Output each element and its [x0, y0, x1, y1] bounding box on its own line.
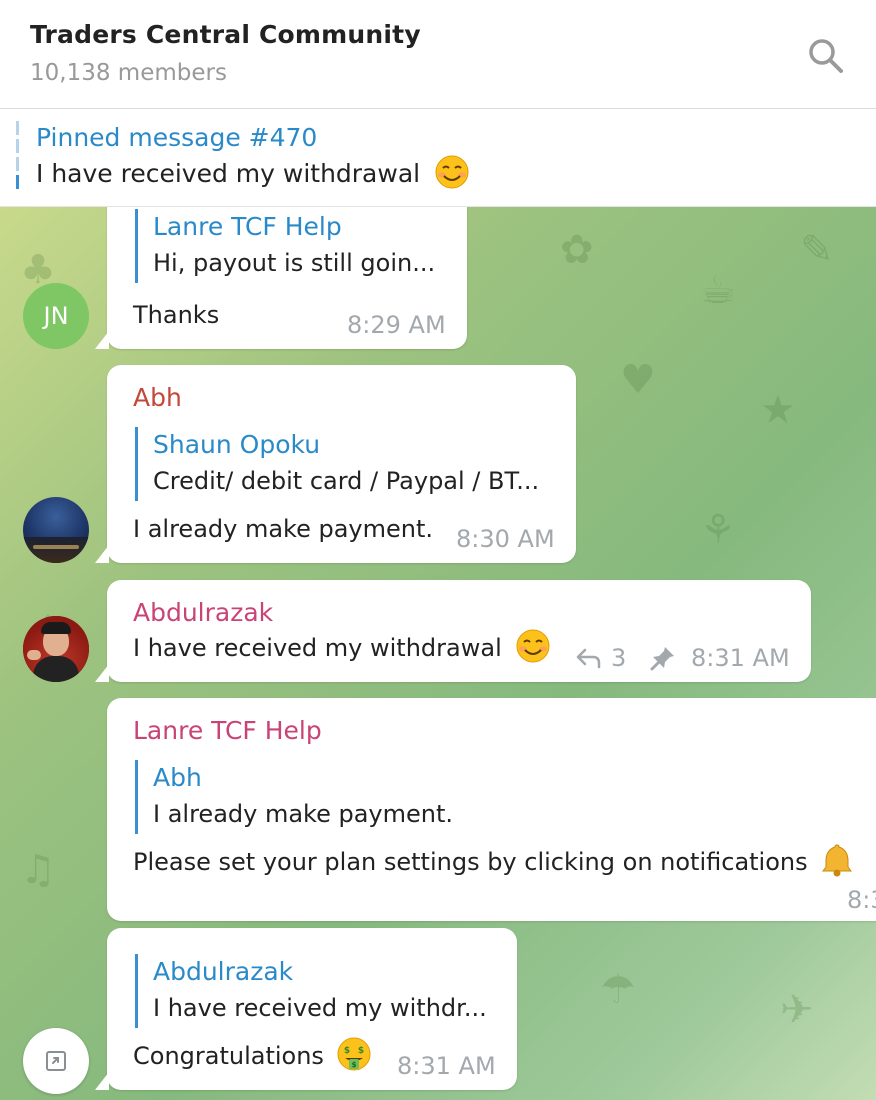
reply-text: Hi, payout is still goin...: [153, 249, 436, 277]
pinned-message-bar[interactable]: Pinned message #470 I have received my w…: [0, 109, 876, 207]
message-bubble[interactable]: Abdulrazak I have received my withdr... …: [95, 928, 517, 1090]
avatar[interactable]: JN: [23, 283, 89, 349]
message-bubble[interactable]: Abdulrazak I have received my withdrawal…: [95, 580, 811, 682]
bell-emoji-icon: [822, 844, 853, 877]
doodle-icon: ☕: [700, 267, 736, 313]
member-count: 10,138 members: [30, 60, 227, 86]
message-bubble[interactable]: Lanre TCF Help Abh I already make paymen…: [107, 698, 876, 921]
message-text: I have received my withdrawal: [133, 629, 551, 664]
doodle-icon: ☂: [600, 967, 636, 1013]
doodle-icon: ✈: [780, 987, 814, 1033]
message-text: Thanks: [133, 301, 220, 329]
message-text: Please set your plan settings by clickin…: [133, 844, 855, 878]
doodle-icon: ♥: [620, 357, 656, 403]
doodle-icon: ⚘: [700, 507, 736, 553]
message-text: I already make payment.: [133, 515, 434, 543]
avatar[interactable]: [23, 616, 89, 682]
reply-text: I have received my withdr...: [153, 994, 487, 1022]
svg-text:$: $: [351, 1061, 356, 1069]
message-text: Congratulations $ $ $: [133, 1037, 372, 1072]
reply-quote[interactable]: Lanre TCF Help Hi, payout is still goin.…: [135, 209, 435, 283]
reply-text: Credit/ debit card / Paypal / BT...: [153, 467, 540, 495]
doodle-icon: ♫: [20, 847, 56, 893]
pin-icon: [650, 647, 674, 671]
message-time: 8:3: [847, 886, 876, 914]
chat-title[interactable]: Traders Central Community: [30, 20, 421, 49]
message-bubble[interactable]: Abh Shaun Opoku Credit/ debit card / Pay…: [95, 365, 576, 563]
money-mouth-emoji-icon: $ $ $: [337, 1037, 371, 1071]
reply-sender: Abh: [153, 763, 202, 792]
reply-text: I already make payment.: [153, 800, 454, 828]
chat-area[interactable]: ✿ ☕ ✎ ♥ ★ ♣ ♦ ⚘ ☂ ✈ ♫ Lanre TCF Help Hi,…: [0, 207, 876, 1100]
reply-sender: Lanre TCF Help: [153, 212, 342, 241]
sender-name[interactable]: Abdulrazak: [133, 598, 273, 627]
message-bubble[interactable]: Lanre TCF Help Hi, payout is still goin.…: [95, 207, 467, 349]
pinned-indicator: [16, 121, 19, 193]
doodle-icon: ✎: [800, 227, 834, 273]
doodle-icon: ★: [760, 387, 796, 433]
reply-sender: Shaun Opoku: [153, 430, 321, 459]
message-time: 8:31 AM: [397, 1052, 496, 1080]
svg-text:$: $: [343, 1046, 349, 1056]
pinned-text: I have received my withdrawal: [36, 155, 470, 190]
message-time: 8:31 AM: [691, 644, 790, 672]
chat-header: Traders Central Community 10,138 members: [0, 0, 876, 109]
pinned-title: Pinned message #470: [36, 123, 318, 152]
sender-name[interactable]: Abh: [133, 383, 182, 412]
sender-name[interactable]: Lanre TCF Help: [133, 716, 322, 745]
scroll-to-bottom-button[interactable]: [23, 1028, 89, 1094]
smiling-emoji-icon: [516, 629, 550, 663]
svg-text:$: $: [357, 1046, 363, 1056]
reply-quote[interactable]: Abdulrazak I have received my withdr...: [135, 954, 487, 1028]
doodle-icon: ✿: [560, 227, 594, 273]
reply-quote[interactable]: Shaun Opoku Credit/ debit card / Paypal …: [135, 427, 539, 501]
message-time: 8:29 AM: [347, 311, 446, 339]
message-time: 8:30 AM: [456, 525, 555, 553]
smiling-emoji-icon: [435, 155, 469, 189]
reply-sender: Abdulrazak: [153, 957, 294, 986]
jump-icon: [46, 1051, 66, 1071]
reply-quote[interactable]: Abh I already make payment.: [135, 760, 453, 834]
avatar[interactable]: [23, 497, 89, 563]
reply-count[interactable]: 3: [611, 644, 626, 672]
search-icon[interactable]: [806, 36, 846, 76]
reply-arrow-icon[interactable]: [575, 646, 603, 670]
